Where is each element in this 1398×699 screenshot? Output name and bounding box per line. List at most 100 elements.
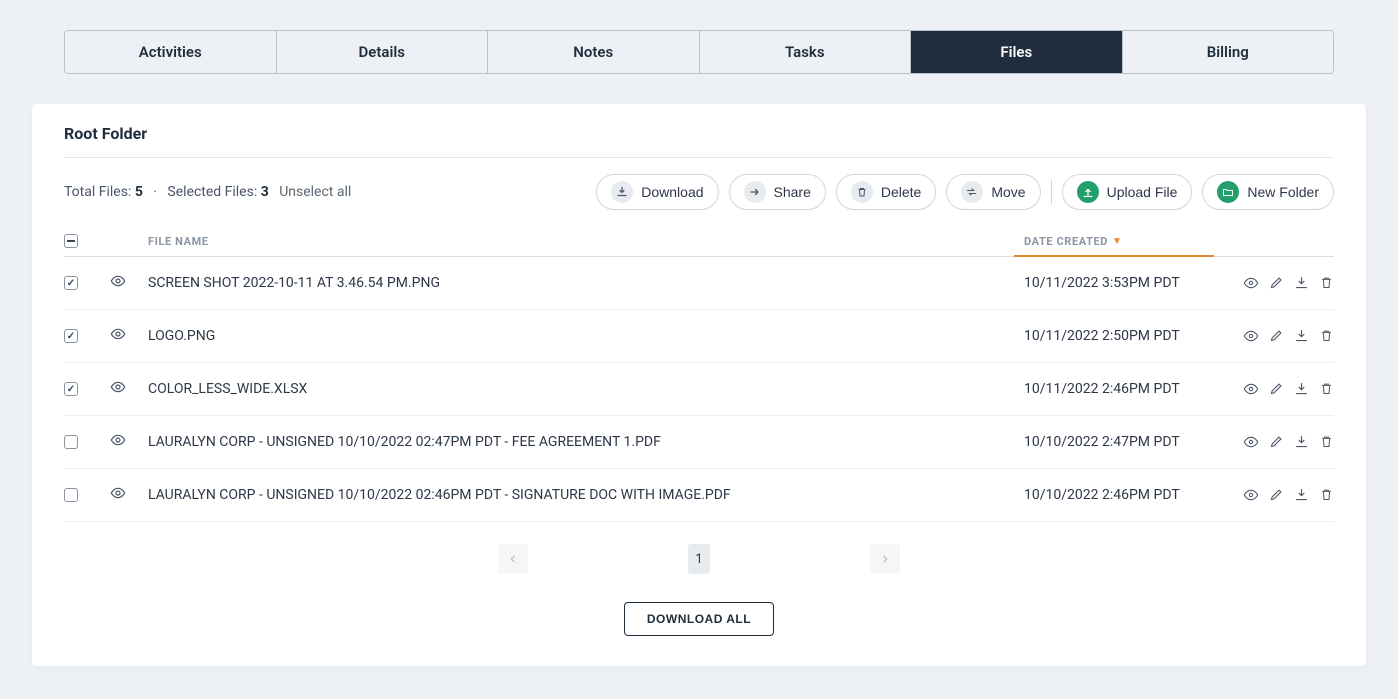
row-view-icon[interactable]: [1243, 381, 1259, 397]
action-divider: [1051, 180, 1052, 204]
file-date: 10/10/2022 2:47pm PDT: [1024, 434, 1224, 450]
row-download-icon[interactable]: [1294, 275, 1309, 291]
row-checkbox[interactable]: [64, 276, 78, 290]
file-name[interactable]: Screen Shot 2022-10-11 at 3.46.54 PM.png: [148, 275, 1024, 291]
row-download-icon[interactable]: [1294, 487, 1309, 503]
button-label: New Folder: [1247, 184, 1319, 200]
tab-label: Billing: [1207, 43, 1249, 61]
button-label: Move: [991, 184, 1025, 200]
row-view-icon[interactable]: [1243, 434, 1259, 450]
visibility-icon[interactable]: [110, 485, 126, 501]
upload-icon: [1077, 181, 1099, 203]
share-button[interactable]: Share: [729, 174, 826, 210]
row-download-icon[interactable]: [1294, 328, 1309, 344]
table-row: Lauralyn Corp - Unsigned 10/10/2022 02:4…: [64, 416, 1334, 469]
file-date: 10/10/2022 2:46pm PDT: [1024, 487, 1224, 503]
download-all-button[interactable]: DOWNLOAD ALL: [624, 602, 774, 636]
tab-bar: Activities Details Notes Tasks Files Bil…: [64, 30, 1334, 74]
move-button[interactable]: Move: [946, 174, 1040, 210]
file-name[interactable]: color_less_wide.xlsx: [148, 381, 1024, 397]
download-icon: [611, 181, 633, 203]
row-edit-icon[interactable]: [1269, 275, 1284, 291]
table-row: Lauralyn Corp - Unsigned 10/10/2022 02:4…: [64, 469, 1334, 522]
upload-file-button[interactable]: Upload File: [1062, 174, 1193, 210]
selected-files-label: Selected Files:: [167, 184, 257, 200]
row-delete-icon[interactable]: [1319, 434, 1334, 450]
tab-details[interactable]: Details: [277, 31, 489, 73]
tab-activities[interactable]: Activities: [65, 31, 277, 73]
share-icon: [744, 181, 766, 203]
tab-label: Activities: [139, 43, 202, 61]
button-label: Upload File: [1107, 184, 1178, 200]
unselect-all-link[interactable]: Unselect all: [279, 184, 351, 200]
row-edit-icon[interactable]: [1269, 381, 1284, 397]
table-row: logo.png10/11/2022 2:50pm PDT: [64, 310, 1334, 363]
table-row: Screen Shot 2022-10-11 at 3.46.54 PM.png…: [64, 257, 1334, 310]
col-date-label: DATE CREATED: [1024, 235, 1108, 248]
col-date-created[interactable]: DATE CREATED ▼: [1024, 235, 1224, 248]
page-current[interactable]: 1: [688, 544, 710, 574]
tab-tasks[interactable]: Tasks: [700, 31, 912, 73]
visibility-icon[interactable]: [110, 379, 126, 395]
row-view-icon[interactable]: [1243, 275, 1259, 291]
file-date: 10/11/2022 2:50pm PDT: [1024, 328, 1224, 344]
visibility-icon[interactable]: [110, 432, 126, 448]
tab-label: Details: [359, 43, 405, 61]
tab-label: Notes: [573, 43, 613, 61]
tab-label: Files: [1000, 43, 1032, 61]
toolbar: Total Files: 5 · Selected Files: 3 Unsel…: [64, 158, 1334, 224]
pagination: 1: [64, 544, 1334, 574]
table-row: color_less_wide.xlsx10/11/2022 2:46pm PD…: [64, 363, 1334, 416]
button-label: Download: [641, 184, 703, 200]
table-header: FILE NAME DATE CREATED ▼: [64, 224, 1334, 257]
folder-icon: [1217, 181, 1239, 203]
selected-files-value: 3: [261, 184, 269, 200]
select-all-checkbox[interactable]: [64, 234, 78, 248]
file-stats: Total Files: 5 · Selected Files: 3 Unsel…: [64, 184, 351, 200]
row-delete-icon[interactable]: [1319, 487, 1334, 503]
delete-button[interactable]: Delete: [836, 174, 936, 210]
row-edit-icon[interactable]: [1269, 434, 1284, 450]
total-files-label: Total Files:: [64, 184, 131, 200]
row-delete-icon[interactable]: [1319, 328, 1334, 344]
file-name[interactable]: Lauralyn Corp - Unsigned 10/10/2022 02:4…: [148, 487, 1024, 503]
row-view-icon[interactable]: [1243, 328, 1259, 344]
tab-notes[interactable]: Notes: [488, 31, 700, 73]
new-folder-button[interactable]: New Folder: [1202, 174, 1334, 210]
trash-icon: [851, 181, 873, 203]
page-next[interactable]: [870, 544, 900, 574]
download-button[interactable]: Download: [596, 174, 718, 210]
tab-files[interactable]: Files: [911, 31, 1123, 73]
row-delete-icon[interactable]: [1319, 381, 1334, 397]
folder-title: Root Folder: [64, 124, 1334, 158]
row-checkbox[interactable]: [64, 488, 78, 502]
row-view-icon[interactable]: [1243, 487, 1259, 503]
row-checkbox[interactable]: [64, 435, 78, 449]
move-icon: [961, 181, 983, 203]
row-checkbox[interactable]: [64, 382, 78, 396]
files-panel: Root Folder Total Files: 5 · Selected Fi…: [32, 104, 1366, 666]
action-buttons: Download Share Delete Move: [596, 174, 1334, 210]
sort-desc-icon: ▼: [1112, 236, 1123, 247]
row-download-icon[interactable]: [1294, 434, 1309, 450]
button-label: Delete: [881, 184, 921, 200]
file-date: 10/11/2022 3:53pm PDT: [1024, 275, 1224, 291]
visibility-icon[interactable]: [110, 273, 126, 289]
page-prev[interactable]: [498, 544, 528, 574]
tab-label: Tasks: [785, 43, 825, 61]
visibility-icon[interactable]: [110, 326, 126, 342]
file-name[interactable]: Lauralyn Corp - Unsigned 10/10/2022 02:4…: [148, 434, 1024, 450]
total-files-value: 5: [135, 184, 143, 200]
file-rows: Screen Shot 2022-10-11 at 3.46.54 PM.png…: [64, 257, 1334, 522]
row-delete-icon[interactable]: [1319, 275, 1334, 291]
file-date: 10/11/2022 2:46pm PDT: [1024, 381, 1224, 397]
file-name[interactable]: logo.png: [148, 328, 1024, 344]
row-download-icon[interactable]: [1294, 381, 1309, 397]
row-checkbox[interactable]: [64, 329, 78, 343]
separator: ·: [153, 184, 157, 200]
tab-billing[interactable]: Billing: [1123, 31, 1334, 73]
row-edit-icon[interactable]: [1269, 328, 1284, 344]
button-label: Share: [774, 184, 811, 200]
row-edit-icon[interactable]: [1269, 487, 1284, 503]
col-filename[interactable]: FILE NAME: [148, 235, 1024, 248]
